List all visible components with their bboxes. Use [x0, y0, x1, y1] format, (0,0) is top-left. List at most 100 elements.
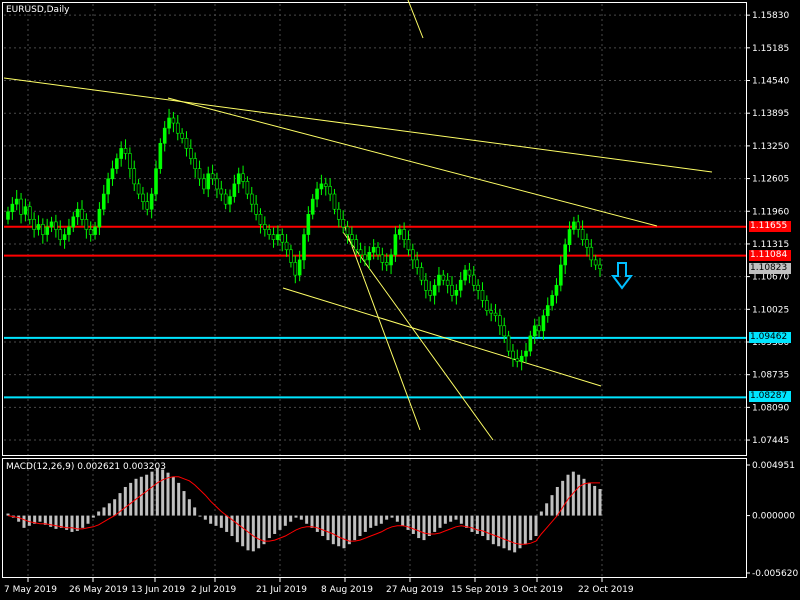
macd-histogram-bar [465, 515, 469, 528]
candle-body [132, 168, 137, 185]
candle-body [428, 290, 433, 296]
candle-body [71, 216, 76, 228]
candle-body [480, 290, 485, 301]
date-axis-label: 13 Jun 2019 [131, 585, 185, 595]
candle-body [189, 148, 193, 159]
macd-axis-label: 0.000000 [752, 512, 795, 522]
candle-body [180, 132, 184, 139]
candle-body [88, 229, 93, 235]
date-axis-label: 27 Aug 2019 [386, 585, 444, 595]
candle-body [232, 183, 237, 197]
macd-histogram-bar [395, 515, 399, 522]
candle-body [280, 234, 285, 243]
price-tag: 1.09462 [749, 331, 791, 343]
candle-body [371, 246, 376, 253]
macd-histogram-bar [17, 515, 21, 522]
macd-histogram-bar [171, 476, 175, 516]
price-axis-label: 1.11960 [752, 207, 789, 217]
date-axis-label: 21 Jul 2019 [256, 585, 307, 595]
candle-body [84, 219, 89, 230]
candle-body [537, 325, 541, 332]
candle-body [136, 183, 141, 195]
price-axis-label: 1.10025 [752, 305, 789, 315]
candle-body [528, 335, 533, 352]
candle-body [263, 224, 267, 230]
candle-body [249, 193, 254, 205]
candle-body [402, 229, 406, 240]
macd-histogram-bar [587, 482, 591, 516]
chart-canvas[interactable]: 1.15830 1.15185 1.14540 1.13895 1.13250 1.126… [0, 0, 800, 600]
candle-body [463, 269, 467, 281]
candle-body [6, 211, 10, 220]
candle-body [67, 226, 71, 235]
candle-body [511, 350, 515, 360]
macd-histogram-bar [507, 515, 511, 551]
candle-body [332, 193, 337, 210]
candle-body [171, 117, 176, 124]
macd-histogram-bar [529, 515, 533, 541]
candle-body [454, 290, 459, 296]
candle-body [345, 226, 350, 235]
candle-body [123, 148, 128, 154]
macd-histogram-bar [219, 515, 223, 528]
macd-histogram-bar [278, 515, 282, 530]
candle-body [545, 305, 550, 316]
macd-histogram-bar [545, 503, 549, 516]
candle-body [567, 229, 572, 246]
candle-body [532, 325, 537, 337]
macd-histogram-bar [475, 515, 479, 534]
candle-body [585, 239, 589, 248]
candle-body [323, 183, 328, 187]
candle-body [154, 168, 158, 195]
price-axis-label: 1.08735 [752, 371, 789, 381]
candle-body [193, 158, 197, 169]
macd-histogram-bar [358, 515, 362, 537]
macd-histogram-bar [193, 507, 197, 516]
price-axis-label: 1.13250 [752, 142, 789, 152]
candle-body [467, 269, 472, 276]
candle-body [110, 168, 115, 180]
date-axis-label: 2 Jul 2019 [191, 585, 236, 595]
candle-body [380, 254, 385, 263]
macd-histogram-bar [315, 515, 319, 532]
candle-body [141, 193, 145, 202]
candle-body [93, 226, 97, 235]
candle-body [101, 193, 106, 210]
macd-histogram-bar [203, 515, 207, 520]
candle-body [572, 221, 576, 230]
candle-body [97, 208, 102, 228]
macd-histogram-bar [241, 515, 245, 547]
price-axis-label: 1.15830 [752, 11, 789, 21]
macd-axis-label: 0.004951 [752, 461, 795, 471]
candle-body [554, 284, 559, 296]
candle-body [106, 178, 110, 195]
candle-body [245, 181, 250, 195]
macd-histogram-bar [155, 468, 159, 516]
candle-body [424, 279, 428, 291]
candle-body [419, 267, 424, 281]
candle-body [219, 188, 224, 195]
candle-body [27, 206, 32, 220]
macd-histogram-bar [518, 515, 522, 549]
candle-body [267, 229, 271, 235]
candle-body [276, 234, 280, 240]
macd-histogram-bar [593, 485, 597, 516]
candle-body [319, 183, 324, 190]
macd-histogram-bar [81, 515, 85, 528]
candle-body [358, 249, 363, 256]
candle-body [376, 246, 380, 256]
candle-body [119, 148, 123, 159]
macd-histogram-bar [182, 491, 186, 516]
candle-body [541, 315, 546, 332]
macd-histogram-bar [491, 515, 495, 545]
chart-title: EURUSD,Daily [6, 5, 70, 15]
candle-body [576, 221, 581, 230]
macd-histogram-bar [454, 515, 458, 520]
candle-body [559, 264, 563, 286]
macd-histogram-bar [513, 515, 517, 553]
macd-histogram-bar [59, 515, 63, 528]
macd-histogram-bar [102, 507, 106, 516]
price-tag: 1.11655 [749, 220, 791, 232]
candle-body [367, 252, 372, 261]
macd-histogram-bar [411, 515, 415, 534]
